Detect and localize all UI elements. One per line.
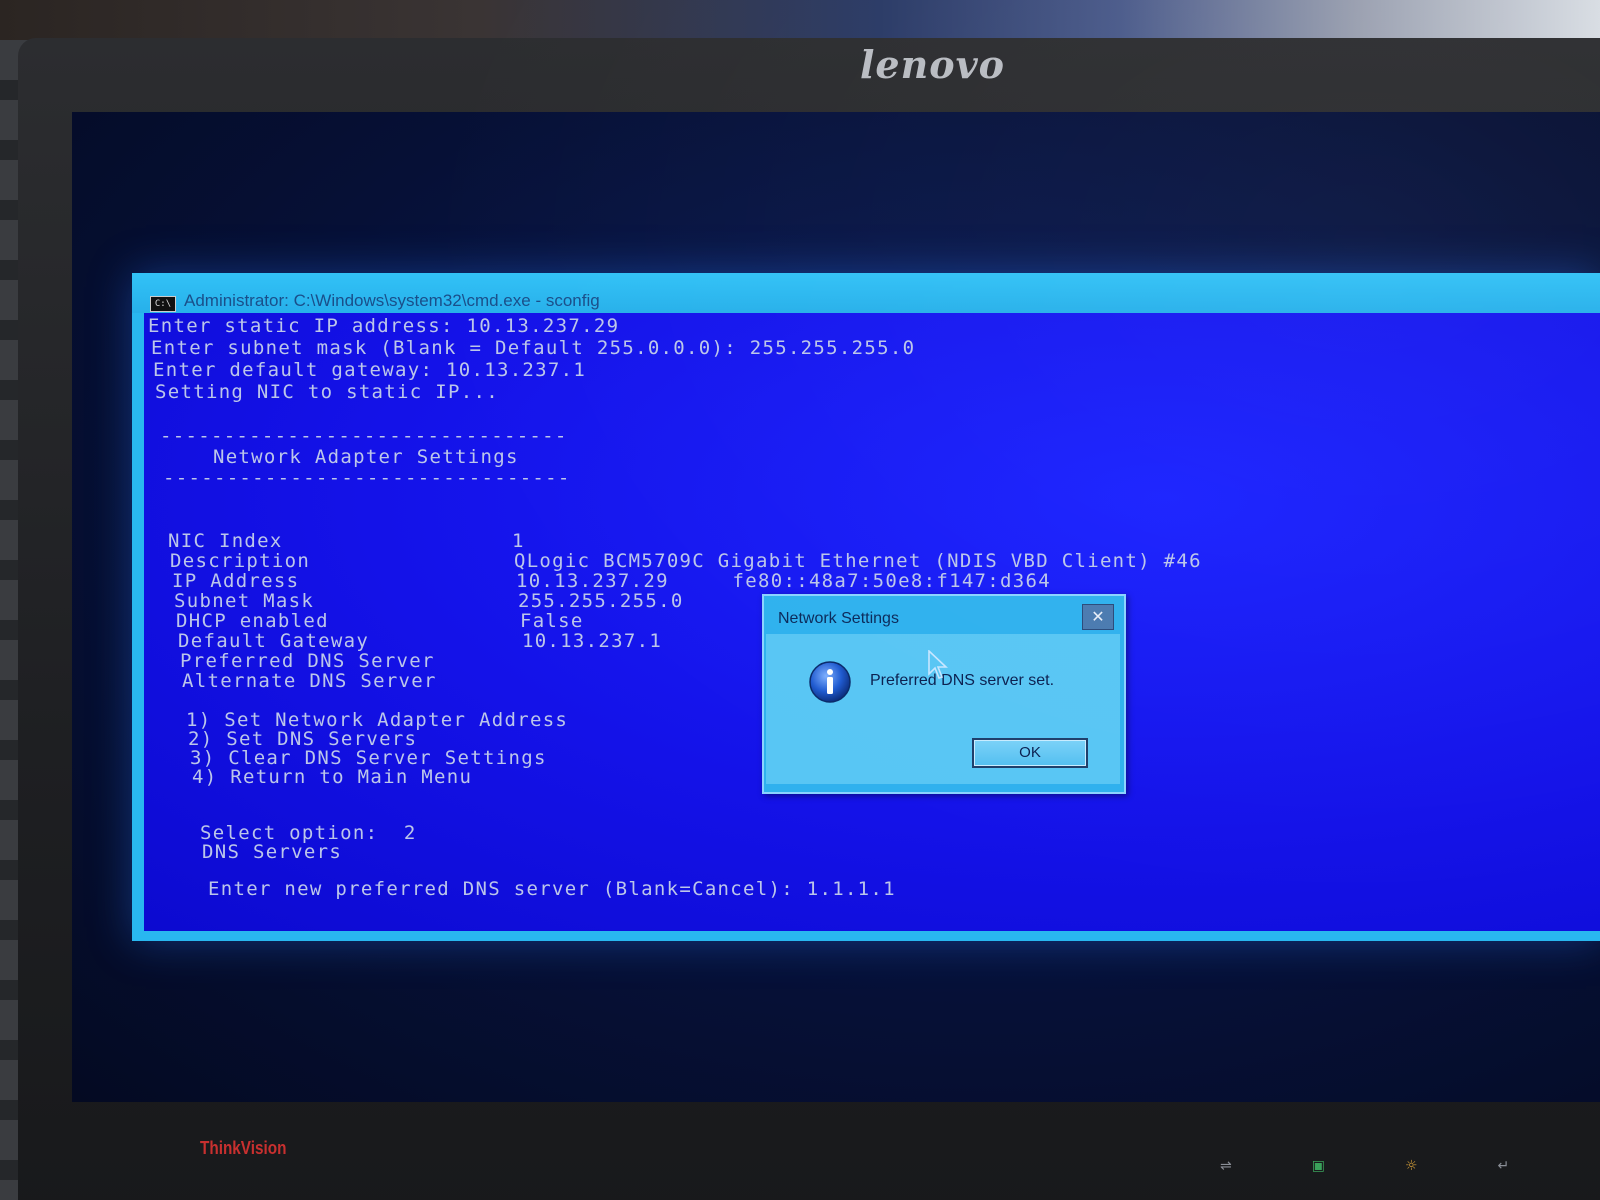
lenovo-logo: lenovo: [860, 42, 1006, 87]
ok-button[interactable]: OK: [972, 738, 1088, 768]
network-settings-dialog[interactable]: Network Settings ✕ Preferred DNS server …: [762, 594, 1126, 794]
cmd-icon: C:\: [150, 296, 176, 312]
close-icon[interactable]: ✕: [1082, 604, 1114, 630]
monitor-controls: ⇌ ▣ ☼ ↵: [1220, 1158, 1509, 1174]
terminal-text: Enter static IP address: 10.13.237.29 En…: [148, 313, 1201, 900]
console-line: 4) Return to Main Menu: [192, 766, 473, 788]
background-clutter: [0, 0, 1600, 40]
console-prompt[interactable]: Enter new preferred DNS server (Blank=Ca…: [208, 878, 896, 900]
console-line: Enter subnet mask (Blank = Default 255.0…: [151, 337, 916, 359]
console-titlebar[interactable]: C:\ Administrator: C:\Windows\system32\c…: [132, 273, 1600, 313]
input-switch-icon[interactable]: ⇌: [1220, 1158, 1232, 1174]
thinkvision-logo: ThinkVision: [200, 1138, 287, 1158]
photo-stage: lenovo C:\ Administrator: C:\Windows\sys…: [0, 0, 1600, 1200]
console-line: Network Adapter Settings: [162, 446, 519, 468]
console-line: Enter default gateway: 10.13.237.1: [153, 359, 587, 381]
console-line: Enter static IP address: 10.13.237.29: [148, 315, 620, 337]
console-line: Preferred DNS Server: [180, 650, 435, 672]
window-title: Administrator: C:\Windows\system32\cmd.e…: [184, 291, 600, 310]
display-mode-icon[interactable]: ▣: [1312, 1158, 1325, 1174]
console-line: NIC Index 1: [168, 530, 525, 552]
mouse-cursor-icon: [928, 650, 948, 679]
console-line: DNS Servers: [202, 841, 343, 863]
console-line: Subnet Mask 255.255.255.0: [174, 590, 684, 612]
console-line: --------------------------------: [160, 425, 568, 447]
info-icon: [809, 661, 851, 703]
console-line: DHCP enabled False: [176, 610, 584, 632]
console-line: Default Gateway 10.13.237.1: [178, 630, 663, 652]
console-line: Setting NIC to static IP...: [155, 381, 499, 403]
dialog-title: Network Settings: [778, 610, 899, 627]
console-line: IP Address 10.13.237.29 fe80::48a7:50e8:…: [172, 570, 1051, 592]
console-line: --------------------------------: [163, 467, 571, 489]
brightness-icon[interactable]: ☼: [1405, 1158, 1418, 1174]
console-line: Description QLogic BCM5709C Gigabit Ethe…: [170, 550, 1202, 572]
dialog-message: Preferred DNS server set.: [870, 672, 1055, 689]
enter-icon[interactable]: ↵: [1498, 1158, 1510, 1174]
console-line: Alternate DNS Server: [182, 670, 437, 692]
